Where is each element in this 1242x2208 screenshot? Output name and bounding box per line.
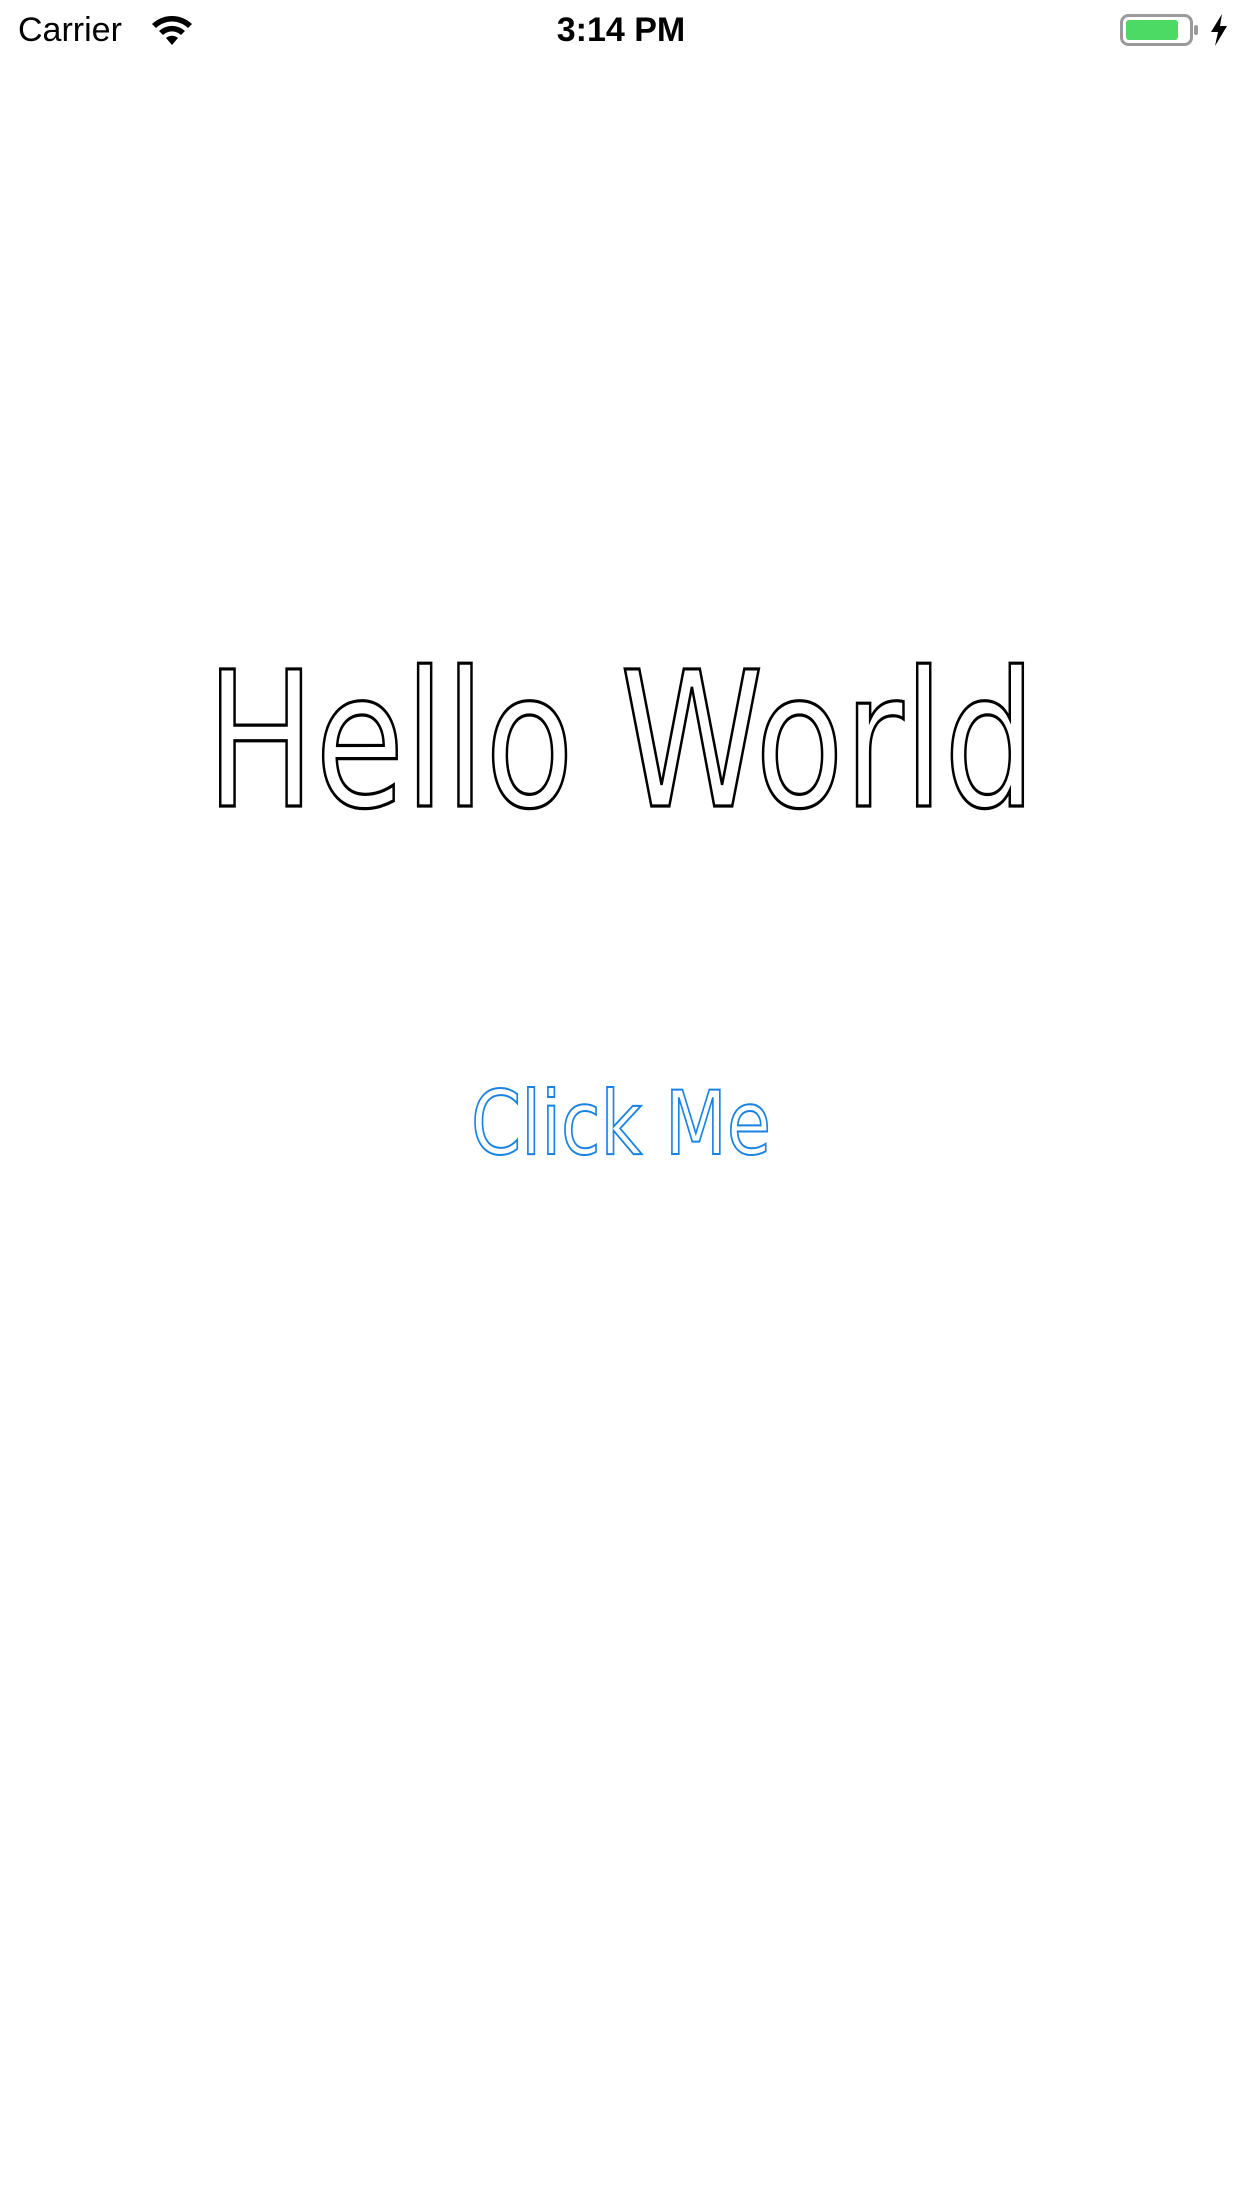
click-me-button[interactable]: Click Me [440, 1060, 802, 1180]
status-time: 3:14 PM [556, 11, 686, 49]
battery-icon [1120, 14, 1198, 46]
status-bar: Carrier 3:14 PM [0, 0, 1242, 60]
click-me-label-svg: Click Me [470, 1071, 772, 1176]
charging-bolt-icon [1211, 14, 1227, 46]
hello-world-title-svg: Hello World [204, 630, 1037, 852]
click-me-label: Click Me [471, 1072, 771, 1175]
hello-world-title: Hello World [206, 632, 1036, 851]
